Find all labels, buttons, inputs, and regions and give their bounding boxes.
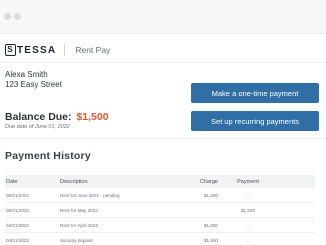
row-payment: ... (246, 222, 250, 228)
table-header: Date Description Charge Payment (5, 175, 315, 188)
logo-letter-icon: S (5, 44, 16, 56)
column-header-payment: Payment (237, 178, 259, 185)
row-description: Rent for April 2022 (60, 222, 99, 228)
row-description: Security deposit (60, 237, 93, 243)
payment-history-title: Payment History (5, 150, 91, 162)
balance-due: Balance Due: $1,500 (5, 111, 109, 123)
header-divider-line (0, 62, 326, 63)
row-date: 04/01/2022 (6, 237, 29, 243)
row-date: 05/01/2022 (6, 207, 29, 213)
row-date: 04/01/2022 (6, 222, 29, 228)
table-row[interactable]: 06/01/2022 Rent for June 2022 - pending … (5, 188, 315, 203)
app-header: S TESSA Rent Pay (5, 41, 110, 59)
recurring-payments-button[interactable]: Set up recurring payments (191, 111, 319, 131)
row-charge: $1,500 (203, 222, 218, 228)
row-payment: ... (246, 237, 250, 243)
tessa-logo[interactable]: S TESSA (5, 44, 56, 56)
payment-history-table: Date Description Charge Payment 06/01/20… (5, 175, 315, 245)
column-header-charge: Charge (199, 178, 218, 185)
row-charge: $1,500 (203, 192, 218, 198)
window-dot-1[interactable] (4, 13, 11, 20)
customer-name: Alexa Smith (5, 70, 48, 79)
column-header-description: Description (60, 178, 88, 185)
row-payment: $1,500 (240, 207, 256, 213)
balance-label: Balance Due: (5, 111, 72, 123)
row-payment: ... (246, 192, 250, 198)
window-title-bar (0, 0, 326, 34)
logo-text: TESSA (17, 44, 57, 56)
table-row[interactable]: 04/01/2022 Rent for April 2022 $1,500 ..… (5, 218, 315, 233)
column-header-date: Date (6, 178, 18, 185)
one-time-payment-button[interactable]: Make a one-time payment (191, 83, 319, 103)
due-date-note: Due date of June 01, 2022 (5, 124, 70, 130)
balance-amount: $1,500 (76, 111, 109, 123)
row-description: Rent for May 2022 (60, 207, 98, 213)
table-row[interactable]: 04/01/2022 Security deposit $1,500 ... (5, 233, 315, 245)
customer-address: 123 Easy Street (5, 80, 62, 89)
header-divider (64, 44, 66, 56)
window-dot-2[interactable] (14, 13, 21, 20)
section-divider (0, 138, 326, 139)
row-description: Rent for June 2022 - pending (60, 192, 120, 198)
row-charge: $1,500 (203, 237, 218, 243)
table-row[interactable]: 05/01/2022 Rent for May 2022 $1,500 (5, 203, 315, 218)
app-name: Rent Pay (75, 45, 111, 55)
row-date: 06/01/2022 (6, 192, 29, 198)
